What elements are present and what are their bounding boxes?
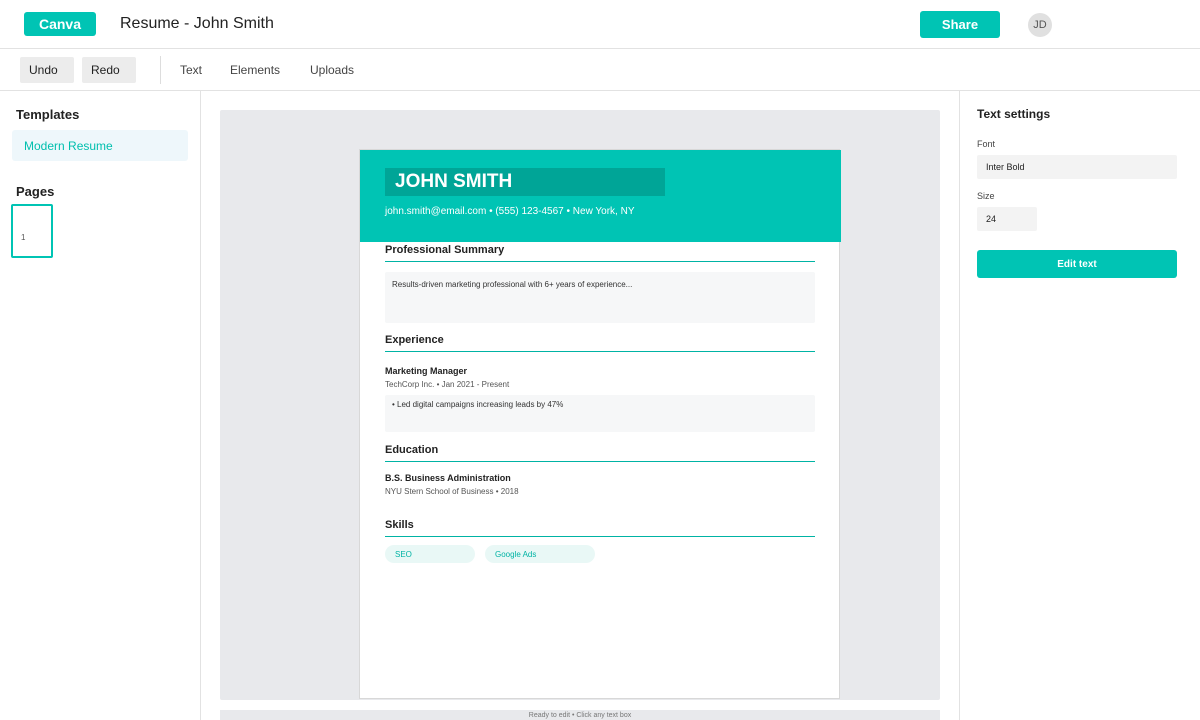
resume-page[interactable]: JOHN SMITH john.smith@email.com • (555) … xyxy=(359,149,841,699)
share-button[interactable]: Share xyxy=(920,11,1000,38)
tab-text[interactable]: Text xyxy=(180,63,202,77)
section-divider xyxy=(385,536,815,537)
canvas-background: JOHN SMITH john.smith@email.com • (555) … xyxy=(220,110,940,700)
tab-elements[interactable]: Elements xyxy=(230,63,280,77)
font-input[interactable] xyxy=(977,155,1177,179)
canva-logo[interactable]: Canva xyxy=(24,12,96,36)
resume-header[interactable]: JOHN SMITH john.smith@email.com • (555) … xyxy=(360,150,841,242)
job-meta[interactable]: TechCorp Inc. • Jan 2021 - Present xyxy=(385,380,509,389)
page-number: 1 xyxy=(21,233,26,242)
font-label: Font xyxy=(977,139,996,149)
template-item-modern-resume[interactable]: Modern Resume xyxy=(12,130,188,161)
undo-button[interactable]: Undo xyxy=(20,57,74,83)
status-bar: Ready to edit • Click any text box xyxy=(220,710,940,720)
job-bullet[interactable]: • Led digital campaigns increasing leads… xyxy=(392,400,563,409)
skill-chip-google-ads[interactable]: Google Ads xyxy=(485,545,595,563)
templates-heading: Templates xyxy=(16,107,80,122)
job-title[interactable]: Marketing Manager xyxy=(385,366,467,376)
tab-uploads[interactable]: Uploads xyxy=(310,63,354,77)
experience-title[interactable]: Experience xyxy=(385,334,444,346)
left-sidebar: Templates Modern Resume Pages 1 xyxy=(0,91,201,720)
size-input[interactable] xyxy=(977,207,1037,231)
section-divider xyxy=(385,461,815,462)
job-bullet-box[interactable]: • Led digital campaigns increasing leads… xyxy=(385,395,815,432)
pages-heading: Pages xyxy=(16,184,55,199)
skills-title[interactable]: Skills xyxy=(385,519,414,531)
edit-text-button[interactable]: Edit text xyxy=(977,250,1177,278)
user-avatar[interactable]: JD xyxy=(1028,13,1052,37)
redo-button[interactable]: Redo xyxy=(82,57,136,83)
section-divider xyxy=(385,351,815,352)
canvas-area: JOHN SMITH john.smith@email.com • (555) … xyxy=(201,91,959,720)
resume-name[interactable]: JOHN SMITH xyxy=(395,171,512,193)
skill-chip-seo[interactable]: SEO xyxy=(385,545,475,563)
toolbar-divider xyxy=(160,56,161,84)
text-settings-heading: Text settings xyxy=(977,107,1051,121)
section-divider xyxy=(385,261,815,262)
toolbar: Undo Redo Text Elements Uploads xyxy=(0,49,1200,91)
summary-title[interactable]: Professional Summary xyxy=(385,244,504,256)
top-header: Canva Resume - John Smith Share JD xyxy=(0,0,1200,49)
education-title[interactable]: Education xyxy=(385,444,438,456)
page-thumbnail[interactable]: 1 xyxy=(11,204,53,258)
summary-text-box[interactable]: Results-driven marketing professional wi… xyxy=(385,272,815,323)
text-settings-panel: Text settings Font Size Edit text xyxy=(959,91,1200,720)
name-text-box[interactable]: JOHN SMITH xyxy=(385,168,665,196)
size-label: Size xyxy=(977,191,995,201)
school-meta[interactable]: NYU Stern School of Business • 2018 xyxy=(385,487,519,496)
summary-text[interactable]: Results-driven marketing professional wi… xyxy=(392,280,632,289)
resume-contact[interactable]: john.smith@email.com • (555) 123-4567 • … xyxy=(385,206,635,217)
document-title[interactable]: Resume - John Smith xyxy=(120,15,274,33)
degree-title[interactable]: B.S. Business Administration xyxy=(385,473,511,483)
